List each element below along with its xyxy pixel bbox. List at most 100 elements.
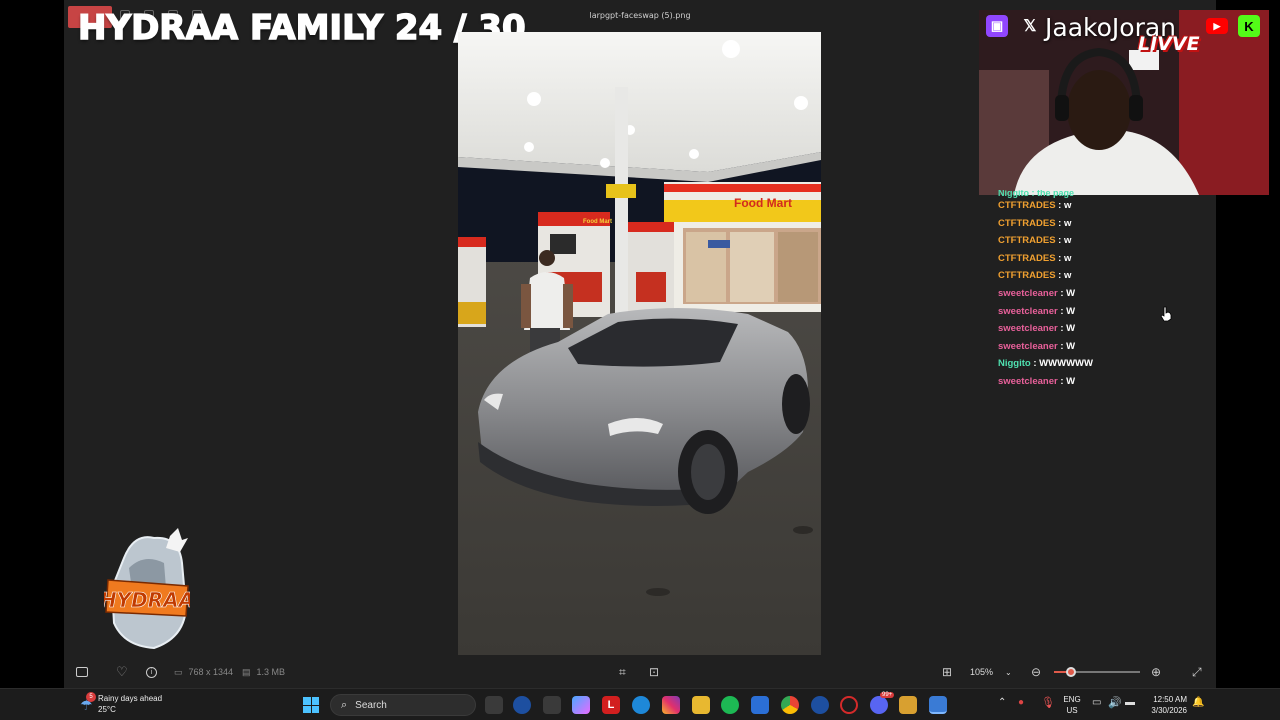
chat-username: sweetcleaner — [998, 305, 1058, 317]
filesize-info: ▤ 1.3 MB — [242, 666, 286, 678]
chat-username: sweetcleaner — [998, 340, 1058, 352]
chat-message: sweetcleaner : W — [998, 376, 1208, 394]
volume-icon[interactable]: 🔊 — [1108, 696, 1122, 709]
task-view-icon[interactable] — [485, 696, 503, 714]
network-icon[interactable]: ▭ — [1092, 697, 1101, 708]
heart-icon[interactable]: ♡ — [116, 658, 128, 686]
live-badge: LIVVE — [1138, 33, 1200, 55]
chat-separator: : — [1055, 252, 1064, 264]
chat-text: W — [1066, 287, 1076, 299]
chat-text: w — [1063, 270, 1072, 282]
chat-partial-line: Niggito : the page — [998, 190, 1074, 198]
image-dimensions: 768 x 1344 — [188, 667, 234, 677]
copilot-icon[interactable] — [572, 696, 590, 714]
crop-icon[interactable]: ⌗ — [619, 658, 626, 686]
instagram-icon[interactable] — [662, 696, 680, 714]
ea-app-icon[interactable] — [513, 696, 531, 714]
chat-username: sweetcleaner — [998, 287, 1058, 299]
search-box[interactable]: ⌕ Search — [330, 694, 476, 716]
temperature: 25°C — [98, 705, 116, 714]
weather-text: Rainy days ahead — [98, 694, 163, 703]
chevron-up-icon[interactable]: ⌃ — [998, 697, 1006, 708]
spotify-icon[interactable] — [721, 696, 739, 714]
chat-message: CTFTRADES : w — [998, 235, 1208, 253]
file-size: 1.3 MB — [256, 667, 286, 677]
search-icon: ⌕ — [341, 698, 348, 711]
chat-text: w — [1063, 217, 1072, 229]
ea-icon[interactable] — [811, 696, 829, 714]
logo-text: HYDRAA — [104, 588, 190, 612]
chat-message: Niggito : WWWWWW — [998, 358, 1208, 376]
chat-text: WWWWWW — [1039, 358, 1093, 370]
zoom-level-text: 105% — [970, 667, 994, 677]
chat-text: W — [1066, 305, 1076, 317]
kick-icon: K — [1238, 15, 1260, 37]
chat-separator: : — [1057, 305, 1067, 317]
chat-separator: : — [1057, 287, 1067, 299]
enhance-icon[interactable]: ⊡ — [649, 658, 659, 686]
filmstrip-icon[interactable] — [76, 658, 88, 686]
chevron-down-icon[interactable]: ⌄ — [1005, 668, 1012, 677]
battery-icon[interactable]: ▬ — [1125, 697, 1135, 708]
game-app-icon[interactable] — [899, 696, 917, 714]
chat-username: sweetcleaner — [998, 375, 1058, 387]
opera-icon[interactable] — [840, 696, 858, 714]
notification-bell-icon[interactable]: 🔔 — [1192, 697, 1204, 708]
chat-message: CTFTRADES : w — [998, 200, 1208, 218]
fullscreen-icon[interactable]: ⤢ — [1192, 658, 1202, 686]
windows-taskbar: ☂ 5 Rainy days ahead 25°C ⌕ Search L 99+… — [0, 688, 1280, 720]
chat-username: CTFTRADES — [998, 252, 1056, 264]
chat-text: w — [1063, 252, 1072, 264]
chat-message: CTFTRADES : w — [998, 253, 1208, 271]
zoom-in-icon[interactable]: ⊕ — [1151, 658, 1161, 686]
stream-capture: larpgpt-faceswap (5).png HYDRAA FAMILY 2… — [0, 0, 1280, 720]
fit-icon[interactable]: ⊞ — [942, 658, 952, 686]
chat-username: sweetcleaner — [998, 323, 1058, 335]
chat-separator: : — [1055, 200, 1064, 211]
pump-sign-text: Food Mart — [583, 219, 612, 225]
chat-text: W — [1066, 340, 1076, 352]
zoom-slider-thumb[interactable] — [1066, 667, 1077, 677]
tray-app-icon[interactable]: ● — [1018, 697, 1024, 708]
discord-icon[interactable] — [870, 696, 888, 714]
chat-username: Niggito — [998, 358, 1031, 370]
chat-text: W — [1066, 375, 1076, 387]
file-explorer-icon[interactable] — [692, 696, 710, 714]
chat-separator: : — [1030, 358, 1040, 370]
twitch-icon: ▣ — [986, 15, 1008, 37]
chat-username: CTFTRADES — [998, 270, 1056, 282]
zoom-slider[interactable] — [1054, 667, 1140, 677]
chat-separator: : — [1057, 323, 1067, 335]
info-icon[interactable]: i — [146, 658, 157, 686]
chat-message: sweetcleaner : W — [998, 288, 1208, 306]
gas-station-photo: Food Mart Food Mart — [458, 32, 821, 655]
weather-badge: 5 — [86, 692, 96, 702]
weather-widget[interactable]: Rainy days ahead 25°C — [98, 693, 162, 715]
discord-badge: 99+ — [880, 692, 895, 698]
chat-separator: : — [1055, 217, 1064, 229]
language-indicator[interactable]: ENG US — [1063, 694, 1081, 716]
chat-username: CTFTRADES — [998, 200, 1056, 211]
microphone-icon[interactable]: 🎙 — [1041, 696, 1055, 709]
photos-app-icon[interactable] — [929, 696, 947, 714]
chat-message: sweetcleaner : W — [998, 341, 1208, 359]
edge-icon[interactable] — [632, 696, 650, 714]
zoom-out-icon[interactable]: ⊖ — [1031, 658, 1041, 686]
store-icon[interactable] — [543, 696, 561, 714]
x-icon: 𝕏 — [1023, 18, 1037, 35]
dimensions-info: ▭ 768 x 1344 — [174, 666, 234, 678]
zoom-level[interactable]: 105% ⌄ — [970, 658, 1012, 686]
hand-cursor-icon — [1160, 306, 1172, 322]
chat-message: sweetcleaner : W — [998, 323, 1208, 341]
clock-time: 12:50 AM — [1153, 695, 1187, 704]
start-icon[interactable] — [303, 697, 319, 713]
snipping-tool-icon[interactable] — [751, 696, 769, 714]
chat-text: w — [1063, 235, 1072, 247]
region-code: US — [1066, 706, 1078, 715]
chat-separator: : — [1057, 375, 1067, 387]
system-clock[interactable]: 12:50 AM 3/30/2026 — [1145, 694, 1187, 716]
clock-date: 3/30/2026 — [1151, 706, 1187, 715]
lobby-app-icon[interactable]: L — [602, 696, 620, 714]
chrome-icon[interactable] — [781, 696, 799, 714]
displayed-photo[interactable]: Food Mart Food Mart — [458, 32, 821, 655]
